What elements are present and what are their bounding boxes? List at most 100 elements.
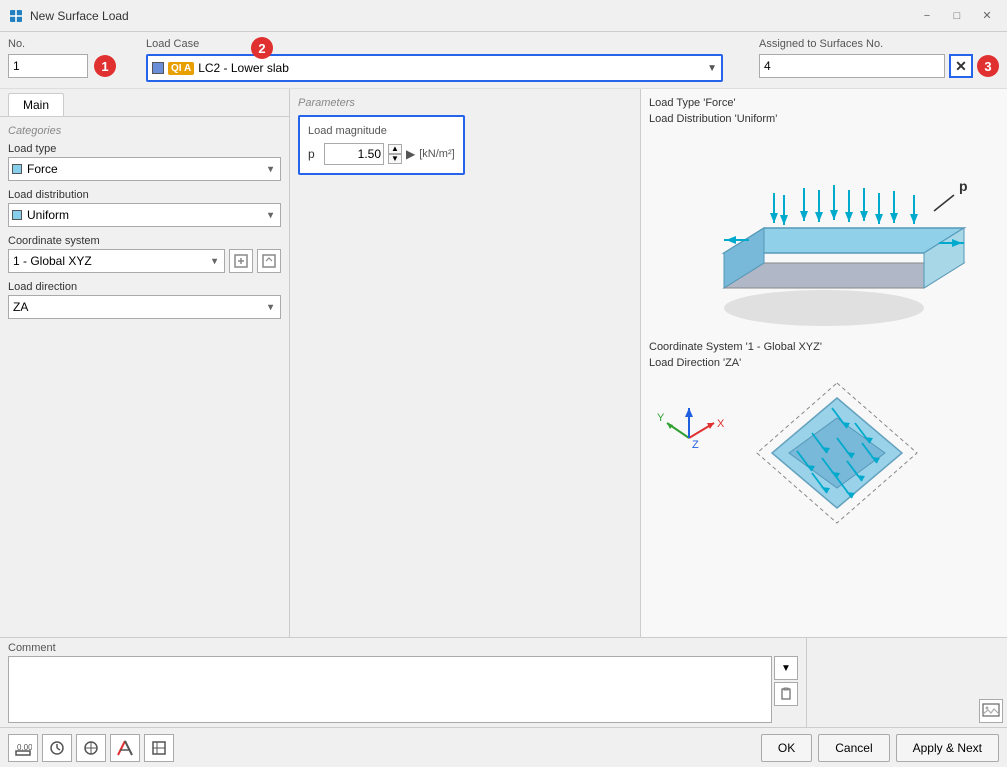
load-type-select-wrapper: Force ▼ — [8, 157, 281, 181]
panel-inner: Categories Load type Force ▼ Load distri… — [0, 117, 289, 637]
image-button[interactable] — [979, 699, 1003, 723]
load-distribution-select[interactable]: Uniform — [8, 203, 281, 227]
bottom-row: Comment ▼ — [0, 637, 1007, 727]
load-type-select[interactable]: Force — [8, 157, 281, 181]
coordinate-system-row: 1 - Global XYZ ▼ — [8, 249, 281, 273]
load-case-badge: QI A — [168, 62, 194, 75]
coord-select-wrapper: 1 - Global XYZ ▼ — [8, 249, 225, 273]
top-viz-svg: p — [664, 133, 984, 333]
load-case-box[interactable]: QI A LC2 - Lower slab ▼ — [146, 54, 723, 82]
comment-dropdown-button[interactable]: ▼ — [774, 656, 798, 680]
load-distribution-color-dot — [12, 210, 22, 220]
middle-inner: Parameters Load magnitude p ▲ ▼ ▶ [kN/m²… — [290, 89, 640, 637]
load-distribution-label: Load distribution — [8, 189, 281, 201]
minimize-button[interactable]: − — [915, 4, 939, 28]
categories-title: Categories — [8, 125, 281, 137]
apply-next-button[interactable]: Apply & Next — [896, 734, 999, 762]
p-input[interactable] — [324, 143, 384, 165]
comment-right — [807, 638, 1007, 727]
assigned-input[interactable] — [759, 54, 945, 78]
tab-main[interactable]: Main — [8, 93, 64, 116]
parameters-box: Load magnitude p ▲ ▼ ▶ [kN/m²] — [298, 115, 465, 175]
tab-bar: Main — [0, 89, 289, 117]
main-content: No. 1 1 Load Case QI A LC2 - Lower slab … — [0, 32, 1007, 767]
coordinate-system-select[interactable]: 1 - Global XYZ — [8, 249, 225, 273]
param-arrow[interactable]: ▶ — [406, 147, 415, 161]
coord-btn-1[interactable] — [229, 249, 253, 273]
top-row: No. 1 1 Load Case QI A LC2 - Lower slab … — [0, 32, 1007, 89]
coord-btn-2[interactable] — [257, 249, 281, 273]
svg-text:Y: Y — [657, 412, 665, 424]
load-distribution-field: Load distribution Uniform ▼ — [8, 189, 281, 227]
comment-buttons: ▼ — [774, 656, 798, 723]
assigned-label: Assigned to Surfaces No. — [759, 38, 999, 50]
close-button[interactable]: ✕ — [975, 4, 999, 28]
tilted-viz-svg — [737, 373, 937, 533]
tool-btn-2[interactable] — [42, 734, 72, 762]
param-spinner: ▲ ▼ — [388, 144, 402, 164]
content-area: Main Categories Load type Force ▼ — [0, 89, 1007, 637]
coord-info-line2: Load Direction 'ZA' — [649, 357, 999, 369]
load-case-name: LC2 - Lower slab — [198, 61, 703, 75]
right-info-line1: Load Type 'Force' — [649, 97, 999, 109]
tool-btn-4[interactable] — [110, 734, 140, 762]
parameters-title: Parameters — [298, 97, 632, 109]
no-input[interactable]: 1 — [8, 54, 88, 78]
middle-panel: Parameters Load magnitude p ▲ ▼ ▶ [kN/m²… — [290, 89, 641, 637]
window-title: New Surface Load — [30, 9, 909, 23]
coordinate-system-field: Coordinate system 1 - Global XYZ ▼ — [8, 235, 281, 273]
load-magnitude-title: Load magnitude — [308, 125, 455, 137]
assigned-row: ✕ 3 — [759, 54, 999, 78]
no-field-group: No. 1 1 — [8, 38, 138, 82]
spin-down-button[interactable]: ▼ — [388, 154, 402, 164]
load-case-dropdown-icon[interactable]: ▼ — [707, 63, 717, 74]
svg-text:Z: Z — [692, 439, 699, 451]
top-viz-container: p — [649, 133, 999, 333]
spin-up-button[interactable]: ▲ — [388, 144, 402, 154]
load-case-color — [152, 62, 164, 74]
footer-tools: 0.00 — [8, 734, 174, 762]
load-direction-field: Load direction ZA ▼ — [8, 281, 281, 319]
footer-actions: OK Cancel Apply & Next — [761, 734, 999, 762]
comment-area: Comment ▼ — [0, 638, 807, 727]
comment-label: Comment — [8, 642, 798, 654]
no-label: No. — [8, 38, 138, 50]
assigned-select-button[interactable]: ✕ — [949, 54, 973, 78]
load-distribution-select-wrapper: Uniform ▼ — [8, 203, 281, 227]
tool-btn-3[interactable] — [76, 734, 106, 762]
svg-text:p: p — [959, 178, 968, 194]
maximize-button[interactable]: □ — [945, 4, 969, 28]
tool-btn-1[interactable]: 0.00 — [8, 734, 38, 762]
comment-paste-button[interactable] — [774, 682, 798, 706]
left-panel: Main Categories Load type Force ▼ — [0, 89, 290, 637]
app-icon — [8, 8, 24, 24]
comment-inner: ▼ — [8, 656, 798, 723]
badge-1: 1 — [94, 55, 116, 77]
assigned-field-group: Assigned to Surfaces No. ✕ 3 — [759, 38, 999, 82]
load-direction-label: Load direction — [8, 281, 281, 293]
coordinate-system-label: Coordinate system — [8, 235, 281, 247]
bottom-viz-area: X Y Z — [649, 373, 999, 533]
load-type-color-dot — [12, 164, 22, 174]
load-case-label: Load Case — [146, 38, 751, 50]
load-direction-select-wrapper: ZA ▼ — [8, 295, 281, 319]
footer: 0.00 OK Cancel Apply & Next — [0, 727, 1007, 767]
load-type-field: Load type Force ▼ — [8, 143, 281, 181]
right-info-line2: Load Distribution 'Uniform' — [649, 113, 999, 125]
load-direction-select[interactable]: ZA — [8, 295, 281, 319]
badge-2: 2 — [251, 37, 273, 59]
right-panel: Load Type 'Force' Load Distribution 'Uni… — [641, 89, 1007, 637]
coord-info-line1: Coordinate System '1 - Global XYZ' — [649, 341, 999, 353]
param-row: p ▲ ▼ ▶ [kN/m²] — [308, 143, 455, 165]
svg-text:X: X — [717, 418, 725, 430]
badge-3: 3 — [977, 55, 999, 77]
coord-axes-svg: X Y Z — [649, 373, 729, 453]
comment-input[interactable] — [8, 656, 772, 723]
p-unit: [kN/m²] — [419, 148, 454, 160]
ok-button[interactable]: OK — [761, 734, 812, 762]
p-label: p — [308, 147, 320, 161]
load-case-field-group: Load Case QI A LC2 - Lower slab ▼ — [146, 38, 751, 82]
title-bar: New Surface Load − □ ✕ — [0, 0, 1007, 32]
cancel-button[interactable]: Cancel — [818, 734, 889, 762]
tool-btn-5[interactable] — [144, 734, 174, 762]
